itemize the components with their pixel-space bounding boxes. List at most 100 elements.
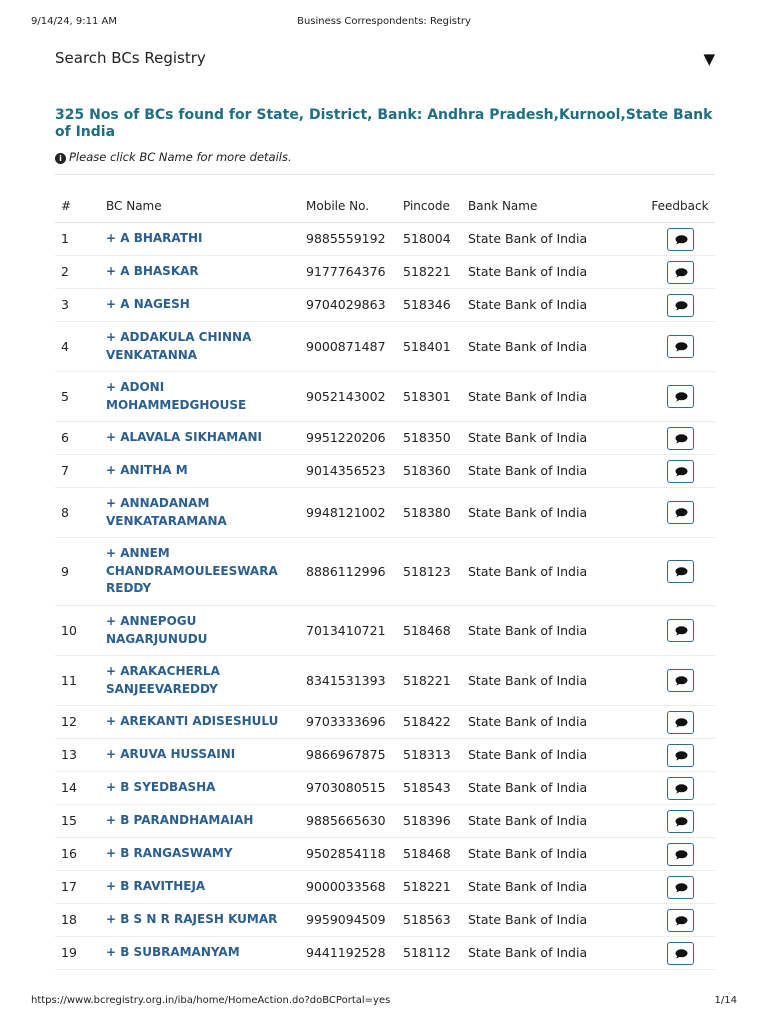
- pincode: 518350: [403, 430, 451, 446]
- bc-name-link[interactable]: + B S N R RAJESH KUMAR: [106, 912, 277, 926]
- table-row: 15 + B PARANDHAMAIAH 9885665630 518396 State…: [55, 804, 715, 838]
- mobile-number: 9177764376: [306, 264, 386, 280]
- comment-icon: [675, 676, 687, 686]
- bc-name-link[interactable]: + B RAVITHEJA: [106, 879, 205, 893]
- bc-name-link[interactable]: + ANNEPOGU NAGARJUNUDU: [106, 614, 207, 646]
- row-number: 7: [61, 463, 69, 479]
- feedback-button[interactable]: [666, 260, 694, 284]
- table-row: 6 + ALAVALA SIKHAMANI 9951220206 518350 Stat…: [55, 421, 715, 455]
- pincode: 518123: [403, 563, 451, 579]
- col-header-mobile: Mobile No.: [300, 190, 397, 223]
- result-heading: 325 Nos of BCs found for State, District…: [55, 107, 713, 140]
- feedback-button[interactable]: [666, 501, 694, 524]
- bc-name-link[interactable]: + B RANGASWAMY: [106, 846, 233, 860]
- feedback-button[interactable]: [666, 776, 694, 800]
- table-row: 9 + ANNEM CHANDRAMOULEESWARA REDDY 8886112…: [55, 537, 715, 606]
- feedback-button[interactable]: [666, 560, 694, 583]
- bc-name-link[interactable]: + ARAKACHERLA SANJEEVAREDDY: [106, 664, 220, 696]
- chevron-down-icon[interactable]: ▼: [703, 50, 715, 68]
- bank-name: State Bank of India: [468, 297, 588, 313]
- feedback-button[interactable]: [666, 619, 694, 642]
- comment-icon: [675, 948, 687, 959]
- feedback-button[interactable]: [666, 385, 694, 408]
- table-row: 17 + B RAVITHEJA 9000033568 518221 State Ban…: [55, 870, 715, 904]
- bc-name-link[interactable]: + ANITHA M: [106, 463, 188, 477]
- feedback-button[interactable]: [666, 941, 694, 965]
- pincode: 518004: [403, 231, 451, 247]
- comment-icon: [675, 816, 687, 827]
- feedback-button[interactable]: [666, 669, 694, 692]
- bank-name: State Bank of India: [468, 231, 588, 247]
- feedback-button[interactable]: [666, 908, 694, 932]
- pincode: 518346: [403, 297, 451, 313]
- comment-icon: [675, 267, 687, 278]
- bc-name-link[interactable]: + ADDAKULA CHINNA VENKATANNA: [106, 330, 251, 362]
- table-header-row: # BC Name Mobile No. Pincode Bank Name F…: [55, 190, 715, 223]
- bc-name-link[interactable]: + ALAVALA SIKHAMANI: [106, 430, 262, 444]
- bc-name-link[interactable]: + ANNEM CHANDRAMOULEESWARA REDDY: [106, 546, 278, 595]
- bc-name-link[interactable]: + A BHASKAR: [106, 264, 199, 278]
- mobile-number: 9703080515: [306, 780, 386, 796]
- pincode: 518301: [403, 388, 451, 404]
- bank-name: State Bank of India: [468, 846, 588, 862]
- bc-name-link[interactable]: + ADONI MOHAMMEDGHOUSE: [106, 380, 246, 412]
- pincode: 518221: [403, 879, 451, 895]
- feedback-button[interactable]: [666, 293, 694, 317]
- comment-icon: [675, 234, 687, 245]
- feedback-button[interactable]: [666, 842, 694, 866]
- print-url: https://www.bcregistry.org.in/iba/home/H…: [31, 995, 391, 1006]
- bc-name-link[interactable]: + A NAGESH: [106, 297, 190, 311]
- col-header-pincode: Pincode: [397, 190, 462, 223]
- feedback-button[interactable]: [666, 335, 694, 358]
- bc-name-link[interactable]: + B SUBRAMANYAM: [106, 945, 240, 959]
- bank-name: State Bank of India: [468, 463, 588, 479]
- table-row: 3 + A NAGESH 9704029863 518346 State Bank of…: [55, 288, 715, 322]
- feedback-button[interactable]: [666, 459, 694, 483]
- mobile-number: 9703333696: [306, 714, 386, 730]
- bc-name-link[interactable]: + B SYEDBASHA: [106, 780, 215, 794]
- search-panel-title[interactable]: Search BCs Registry: [55, 49, 206, 67]
- pincode: 518468: [403, 622, 451, 638]
- bc-name-link[interactable]: + AREKANTI ADISESHULU: [106, 714, 278, 728]
- feedback-button[interactable]: [666, 710, 694, 734]
- col-header-feedback: Feedback: [645, 190, 715, 223]
- comment-icon: [675, 392, 687, 402]
- print-footer: https://www.bcregistry.org.in/iba/home/H…: [0, 995, 768, 1009]
- bc-name-link[interactable]: + B PARANDHAMAIAH: [106, 813, 253, 827]
- bc-name-link[interactable]: + A BHARATHI: [106, 231, 202, 245]
- bank-name: State Bank of India: [468, 338, 588, 354]
- bc-name-link[interactable]: + ARUVA HUSSAINI: [106, 747, 235, 761]
- bank-name: State Bank of India: [468, 388, 588, 404]
- feedback-button[interactable]: [666, 227, 694, 251]
- table-row: 2 + A BHASKAR 9177764376 518221 State Bank o…: [55, 255, 715, 289]
- feedback-button[interactable]: [666, 875, 694, 899]
- feedback-button[interactable]: [666, 743, 694, 767]
- mobile-number: 9866967875: [306, 747, 386, 763]
- pincode: 518360: [403, 463, 451, 479]
- bc-name-link[interactable]: + ANNADANAM VENKATARAMANA: [106, 496, 227, 528]
- mobile-number: 9441192528: [306, 945, 386, 961]
- mobile-number: 9885559192: [306, 231, 386, 247]
- bank-name: State Bank of India: [468, 945, 588, 961]
- comment-icon: [675, 717, 687, 728]
- mobile-number: 7013410721: [306, 622, 386, 638]
- bank-name: State Bank of India: [468, 879, 588, 895]
- bank-name: State Bank of India: [468, 622, 588, 638]
- feedback-button[interactable]: [666, 426, 694, 450]
- pincode: 518396: [403, 813, 451, 829]
- search-panel-header[interactable]: Search BCs Registry ▼: [55, 48, 715, 72]
- mobile-number: 9014356523: [306, 463, 386, 479]
- row-number: 9: [61, 563, 69, 579]
- feedback-button[interactable]: [666, 809, 694, 833]
- mobile-number: 9948121002: [306, 504, 386, 520]
- mobile-number: 8341531393: [306, 672, 386, 688]
- divider: [55, 174, 715, 175]
- table-row: 11 + ARAKACHERLA SANJEEVAREDDY 8341531393 5…: [55, 655, 715, 706]
- pincode: 518422: [403, 714, 451, 730]
- bank-name: State Bank of India: [468, 430, 588, 446]
- table-row: 5 + ADONI MOHAMMEDGHOUSE 9052143002 518301 S…: [55, 371, 715, 422]
- comment-icon: [675, 466, 687, 477]
- pincode: 518563: [403, 912, 451, 928]
- row-number: 5: [61, 388, 69, 404]
- row-number: 17: [61, 879, 77, 895]
